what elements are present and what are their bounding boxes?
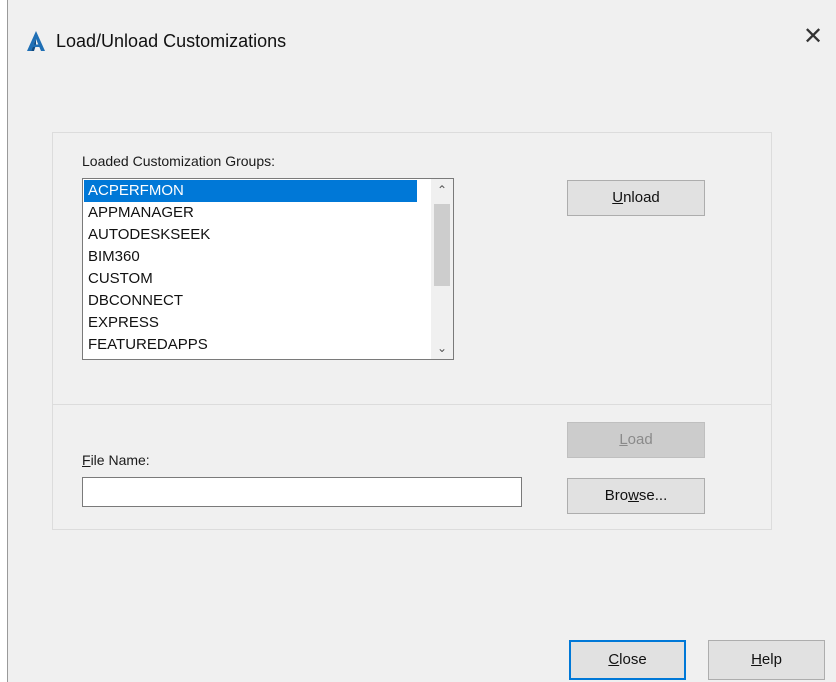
scroll-down-icon[interactable]: ⌄ [431, 337, 453, 359]
file-name-label-text: ile Name: [90, 452, 150, 468]
scroll-up-icon[interactable]: ⌃ [431, 179, 453, 201]
load-label-post: oad [627, 431, 653, 448]
file-name-input[interactable] [82, 477, 522, 507]
loaded-groups-label: Loaded Customization Groups: [82, 153, 275, 169]
title-bar: Load/Unload Customizations ✕ [8, 0, 836, 80]
dialog-title: Load/Unload Customizations [56, 31, 287, 51]
load-unload-dialog: Load/Unload Customizations ✕ Loaded Cust… [7, 0, 836, 682]
list-item[interactable]: BIM360 [84, 246, 417, 268]
autocad-a-icon [26, 30, 46, 52]
list-item[interactable]: CUSTOM [84, 268, 417, 290]
list-item[interactable]: FEATUREDAPPS [84, 334, 417, 356]
list-item[interactable]: ACPERFMON [84, 180, 417, 202]
load-button[interactable]: Load [567, 422, 705, 458]
close-button[interactable]: Close [569, 640, 686, 680]
listbox-items: ACPERFMON APPMANAGER AUTODESKSEEK BIM360 CUS… [84, 180, 417, 356]
loaded-groups-listbox[interactable]: ACPERFMON APPMANAGER AUTODESKSEEK BIM360 CUS… [82, 178, 454, 360]
help-button[interactable]: Help [708, 640, 825, 680]
help-label-post: elp [761, 651, 782, 668]
close-label-post: lose [619, 651, 647, 668]
help-mnemonic: H [751, 651, 762, 668]
unload-mnemonic: U [612, 189, 624, 206]
load-mnemonic: L [619, 431, 628, 448]
list-item[interactable]: EXPRESS [84, 312, 417, 334]
list-item[interactable]: AUTODESKSEEK [84, 224, 417, 246]
file-name-mnemonic: F [82, 452, 91, 468]
list-item[interactable]: APPMANAGER [84, 202, 417, 224]
browse-mnemonic: w [628, 487, 639, 504]
section-divider [52, 404, 772, 405]
close-mnemonic: C [608, 651, 620, 668]
file-name-label: File Name: [82, 452, 150, 468]
list-item[interactable]: DBCONNECT [84, 290, 417, 312]
listbox-scrollbar[interactable]: ⌃ ⌄ [431, 179, 453, 359]
scroll-thumb[interactable] [434, 204, 450, 286]
browse-label-post: se... [638, 487, 668, 504]
close-window-icon[interactable]: ✕ [798, 22, 828, 52]
browse-button[interactable]: Browse... [567, 478, 705, 514]
browse-label-pre: Bro [604, 487, 629, 504]
unload-button[interactable]: Unload [567, 180, 705, 216]
unload-label-post: nload [623, 189, 660, 206]
